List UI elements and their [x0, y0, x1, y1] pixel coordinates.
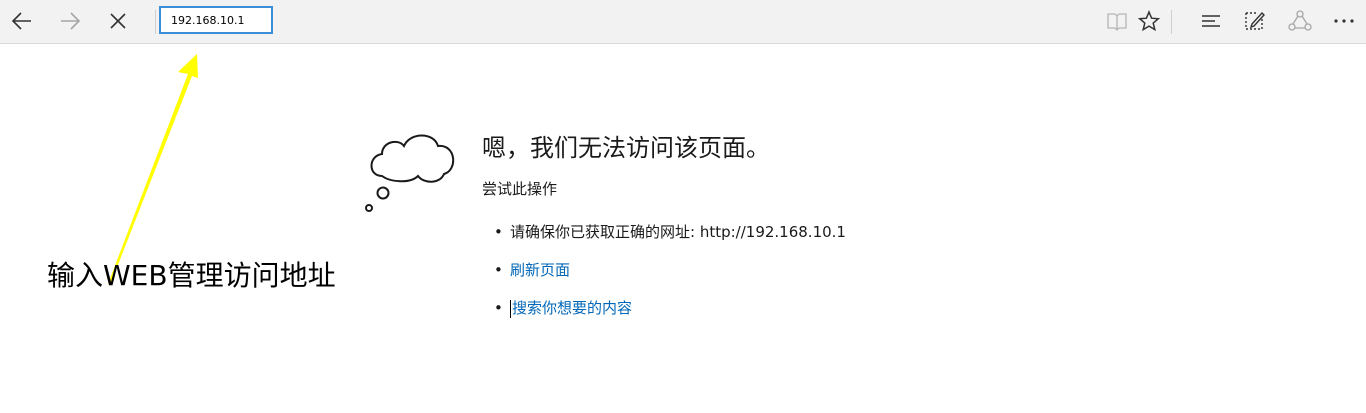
more-button[interactable]: [1326, 4, 1362, 38]
bullet: •: [494, 299, 503, 317]
more-icon: [1334, 19, 1354, 23]
forward-button[interactable]: [52, 4, 88, 38]
list-item: • 搜索你想要的内容: [494, 296, 846, 334]
search-content-link[interactable]: 搜索你想要的内容: [512, 299, 632, 317]
favorite-button[interactable]: [1131, 4, 1167, 38]
share-icon: [1288, 10, 1312, 31]
suggestions-list: • 请确保你已获取正确的网址: http://192.168.10.1 • 刷新…: [494, 220, 846, 334]
toolbar-divider: [155, 10, 156, 34]
annotation-label: 输入WEB管理访问地址: [47, 259, 336, 292]
browser-toolbar: [0, 0, 1366, 44]
address-bar[interactable]: [159, 6, 273, 34]
refresh-page-link[interactable]: 刷新页面: [510, 261, 570, 279]
bullet: •: [494, 261, 503, 279]
reading-view-button[interactable]: [1099, 4, 1135, 38]
cloud-icon: [365, 134, 454, 212]
stop-button[interactable]: [100, 4, 136, 38]
share-button[interactable]: [1282, 4, 1318, 38]
forward-arrow-icon: [61, 12, 81, 30]
bullet: •: [494, 223, 503, 241]
text-cursor: [510, 299, 511, 318]
back-arrow-icon: [11, 12, 31, 30]
web-note-icon: [1245, 11, 1265, 30]
hub-icon: [1202, 15, 1220, 27]
close-icon: [110, 13, 126, 29]
error-subtitle: 尝试此操作: [482, 180, 558, 198]
list-item: • 刷新页面: [494, 258, 846, 296]
toolbar-divider: [1171, 10, 1172, 34]
error-title: 嗯，我们无法访问该页面。: [482, 134, 770, 162]
web-note-button[interactable]: [1237, 4, 1273, 38]
suggestion-check-url: 请确保你已获取正确的网址: http://192.168.10.1: [510, 223, 846, 241]
star-icon: [1138, 10, 1160, 32]
reading-view-icon: [1107, 13, 1127, 31]
back-button[interactable]: [4, 4, 40, 38]
hub-button[interactable]: [1193, 4, 1229, 38]
address-input[interactable]: [161, 8, 271, 32]
list-item: • 请确保你已获取正确的网址: http://192.168.10.1: [494, 220, 846, 258]
